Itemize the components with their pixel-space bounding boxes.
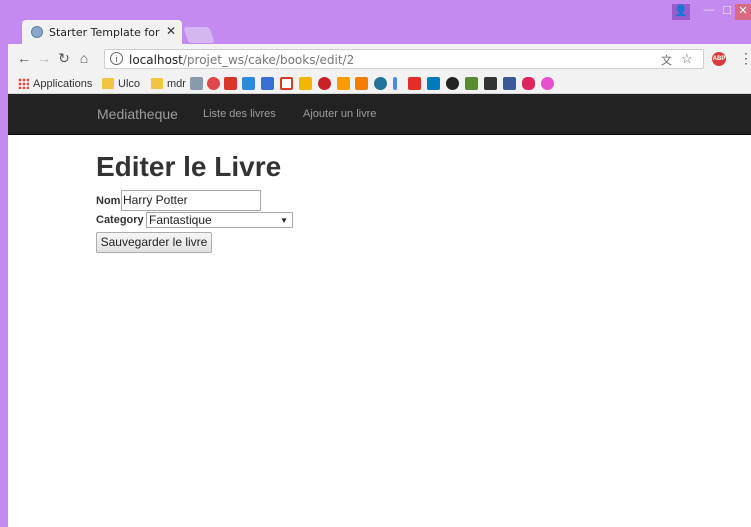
trello-icon[interactable] [427, 77, 440, 90]
forward-icon[interactable]: → [36, 50, 52, 66]
bookmark-ulco[interactable]: Ulco [118, 77, 140, 91]
drive-icon[interactable] [299, 77, 312, 90]
category-selected-value: Fantastique [149, 213, 212, 227]
nav-link-liste-livres[interactable]: Liste des livres [203, 108, 276, 120]
flow-icon[interactable] [242, 77, 255, 90]
apps-grid-icon[interactable] [18, 78, 29, 89]
name-label: Nom [96, 195, 121, 207]
red-app-icon[interactable] [224, 77, 237, 90]
binoculars-icon[interactable] [484, 77, 497, 90]
bookmark-star-icon[interactable]: ☆ [681, 51, 693, 67]
reload-icon[interactable]: ↻ [56, 50, 72, 67]
browser-toolbar: ← → ↻ ⌂ i localhost/projet_ws/cake/books… [8, 44, 751, 74]
pink-app-icon[interactable] [541, 77, 554, 90]
adblock-icon[interactable]: ABP [712, 52, 726, 66]
category-label: Category [96, 214, 144, 226]
translate-icon[interactable]: 文 [661, 52, 672, 68]
home-icon[interactable]: ⌂ [76, 50, 92, 66]
page-content: Mediatheque Liste des livres Ajouter un … [8, 94, 751, 527]
user-profile-icon[interactable]: 👤 [672, 4, 690, 20]
new-tab-button[interactable] [183, 27, 215, 43]
chevron-down-icon: ▼ [280, 216, 288, 225]
maximize-icon[interactable]: ☐ [720, 4, 734, 20]
tab-title: Starter Template for Boo [49, 26, 161, 39]
page-title: Editer le Livre [96, 151, 282, 182]
tab-strip: Starter Template for Boo ✕ 👤 — ☐ ✕ [8, 0, 751, 44]
bookmark-mdr[interactable]: mdr [167, 77, 186, 91]
blogger-icon[interactable] [355, 77, 368, 90]
wordpress-icon[interactable] [374, 77, 387, 90]
github-icon[interactable] [446, 77, 459, 90]
browser-tab[interactable]: Starter Template for Boo ✕ [22, 20, 182, 44]
minimize-icon[interactable]: — [702, 4, 716, 20]
info-icon[interactable]: i [110, 52, 123, 65]
back-icon[interactable]: ← [16, 50, 32, 66]
site-brand[interactable]: Mediatheque [97, 106, 178, 122]
calendar-icon[interactable] [261, 77, 274, 90]
nav-link-ajouter-livre[interactable]: Ajouter un livre [303, 108, 376, 120]
bookmarks-bar: Applications Ulco mdr [8, 74, 751, 94]
site-navbar: Mediatheque Liste des livres Ajouter un … [8, 94, 751, 135]
url-text: localhost/projet_ws/cake/books/edit/2 [129, 53, 355, 67]
page-favicon-icon [31, 26, 43, 38]
facebook-icon[interactable] [503, 77, 516, 90]
pinterest-icon[interactable] [318, 77, 331, 90]
address-bar[interactable]: i localhost/projet_ws/cake/books/edit/2 … [104, 49, 704, 69]
folder-icon [102, 78, 114, 89]
amazon-icon[interactable] [337, 77, 350, 90]
bookmark-applications[interactable]: Applications [33, 77, 92, 91]
browser-menu-icon[interactable]: ⋮ [739, 50, 751, 67]
close-tab-icon[interactable]: ✕ [166, 24, 176, 38]
close-window-icon[interactable]: ✕ [735, 4, 751, 20]
folder-icon [151, 78, 163, 89]
youtube-icon[interactable] [408, 77, 421, 90]
browser-window: Starter Template for Boo ✕ 👤 — ☐ ✕ ← → ↻… [8, 0, 751, 527]
name-input[interactable]: Harry Potter [121, 190, 261, 211]
gmail-icon[interactable] [280, 77, 293, 90]
pocket-icon[interactable] [207, 77, 220, 90]
bookmark-icon-1[interactable] [190, 77, 203, 90]
save-book-button[interactable]: Sauvegarder le livre [96, 232, 212, 253]
heart-icon[interactable] [522, 77, 535, 90]
category-select[interactable]: Fantastique ▼ [146, 212, 293, 228]
dots-icon[interactable] [393, 77, 397, 90]
minecraft-icon[interactable] [465, 77, 478, 90]
